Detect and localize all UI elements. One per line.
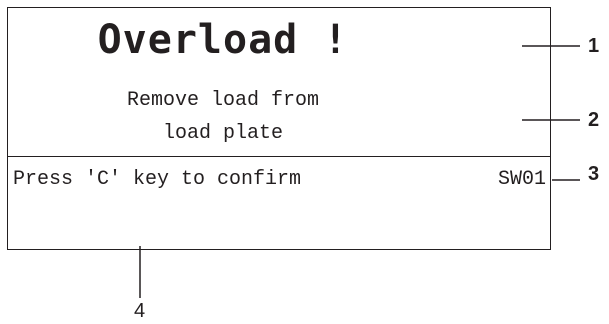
callout-label-2: 2 (588, 109, 600, 131)
callout-label-1: 1 (588, 35, 600, 57)
callout-label-4: 4 (134, 300, 146, 322)
callout-label-3: 3 (588, 163, 600, 185)
callout-lines (139, 45, 580, 298)
